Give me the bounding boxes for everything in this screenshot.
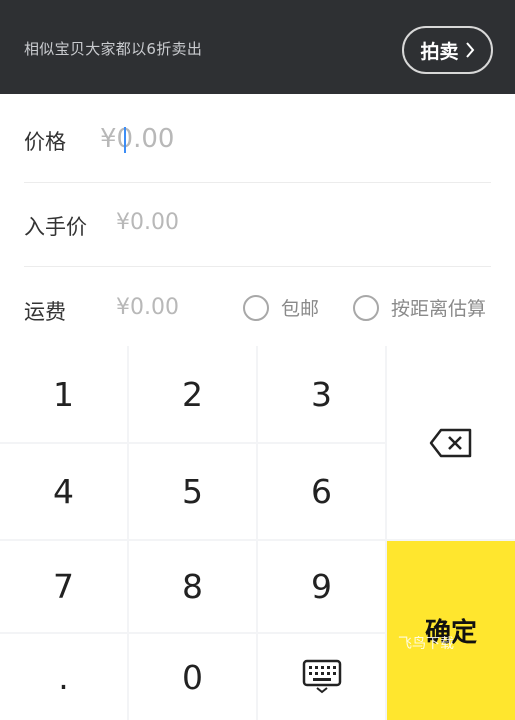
free-shipping-label: 包邮 [281,298,320,320]
key-0[interactable]: 0 [129,634,256,720]
free-shipping-radio[interactable]: 包邮 [243,294,319,321]
keyboard-icon [302,659,341,694]
purchase-price-input[interactable]: ¥0.00 [116,210,179,235]
chevron-right-icon [465,42,474,58]
key-1[interactable]: 1 [0,346,127,442]
price-input[interactable]: ¥0.00 [100,124,174,154]
hide-keyboard-key[interactable] [258,634,385,720]
price-form: 价格 ¥0.00 入手价 ¥0.00 运费 ¥0.00 包邮 按距离估算 [0,94,515,346]
key-4[interactable]: 4 [0,444,127,539]
purchase-price-row[interactable]: 入手价 ¥0.00 [0,182,515,266]
key-6[interactable]: 6 [258,444,385,539]
shipping-label: 运费 [24,300,66,324]
radio-circle-icon [353,294,379,321]
key-5[interactable]: 5 [129,444,256,539]
numeric-keypad: 1 2 3 4 5 6 7 8 9 . 0 确定 [0,346,515,720]
price-label: 价格 [24,130,66,154]
backspace-icon [429,428,472,457]
key-decimal[interactable]: . [0,634,127,720]
key-7[interactable]: 7 [0,541,127,632]
confirm-button[interactable]: 确定 [387,541,515,720]
price-tip-bar: 相似宝贝大家都以6折卖出 拍卖 [0,0,515,94]
purchase-price-label: 入手价 [24,215,87,239]
shipping-input[interactable]: ¥0.00 [116,295,179,320]
backspace-key[interactable] [387,346,515,539]
key-2[interactable]: 2 [129,346,256,442]
similar-items-tip: 相似宝贝大家都以6折卖出 [24,40,203,58]
shipping-row: 运费 ¥0.00 包邮 按距离估算 [0,266,515,346]
distance-estimate-label: 按距离估算 [391,298,487,320]
key-8[interactable]: 8 [129,541,256,632]
auction-button[interactable]: 拍卖 [402,26,493,74]
radio-circle-icon [243,294,269,321]
text-cursor [124,127,126,153]
key-9[interactable]: 9 [258,541,385,632]
distance-estimate-radio[interactable]: 按距离估算 [353,294,486,321]
auction-label: 拍卖 [420,40,459,63]
key-3[interactable]: 3 [258,346,385,442]
watermark: 飞鸟下载 [398,636,454,652]
price-row[interactable]: 价格 ¥0.00 [0,94,515,182]
